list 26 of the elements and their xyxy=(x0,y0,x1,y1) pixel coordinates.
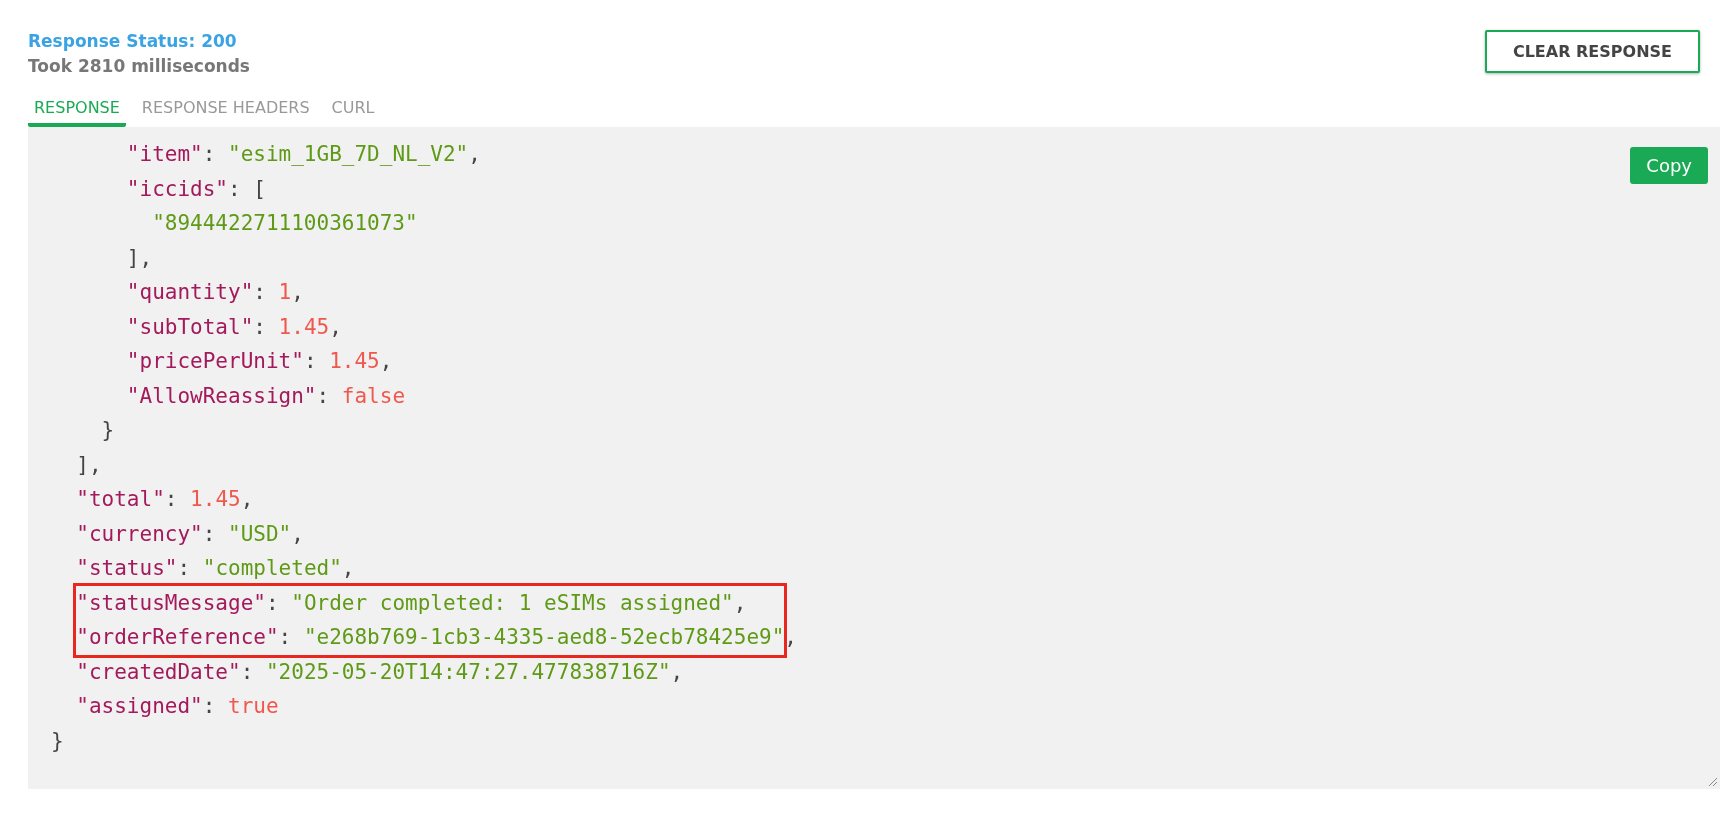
code-line: "AllowReassign": false xyxy=(125,382,406,410)
code-comma: , xyxy=(784,624,797,651)
code-line: "8944422711100361073" xyxy=(151,210,418,237)
tab[interactable]: RESPONSE HEADERS xyxy=(135,92,316,127)
code-line: "quantity": 1, xyxy=(125,279,304,306)
resize-handle-icon[interactable] xyxy=(1708,777,1718,787)
response-status: Response Status: 200 xyxy=(28,30,238,53)
code-line: ], xyxy=(125,244,153,272)
code-line: "status": "completed", xyxy=(75,555,355,582)
code-line: "assigned": true xyxy=(75,693,279,720)
code-line: "iccids": [ xyxy=(125,175,266,203)
code-line: "total": 1.45, xyxy=(75,486,254,513)
code-line: "currency": "USD", xyxy=(75,520,304,548)
tab[interactable]: CURL xyxy=(325,92,381,127)
code-line: "item": "esim_1GB_7D_NL_V2", xyxy=(125,141,481,168)
response-duration: Took 2810 milliseconds xyxy=(28,55,250,78)
code-line: "createdDate": "2025-05-20T14:47:27.477838716Z", xyxy=(75,658,684,686)
code-line: } xyxy=(51,727,64,755)
code-line: } xyxy=(100,417,115,444)
code-line: "pricePerUnit": 1.45, xyxy=(125,348,393,375)
code-line: "orderReference": "e268b769-1cb3-4335-aed8-52ecb78425e9" xyxy=(76,624,785,651)
copy-button[interactable]: Copy xyxy=(1630,147,1708,184)
code-line: "subTotal": 1.45, xyxy=(125,313,342,341)
code-line: "statusMessage": "Order completed: 1 eSIMs assigned", xyxy=(76,589,747,617)
code-line: ], xyxy=(75,451,102,479)
clear-response-button[interactable]: CLEAR RESPONSE xyxy=(1484,30,1700,73)
